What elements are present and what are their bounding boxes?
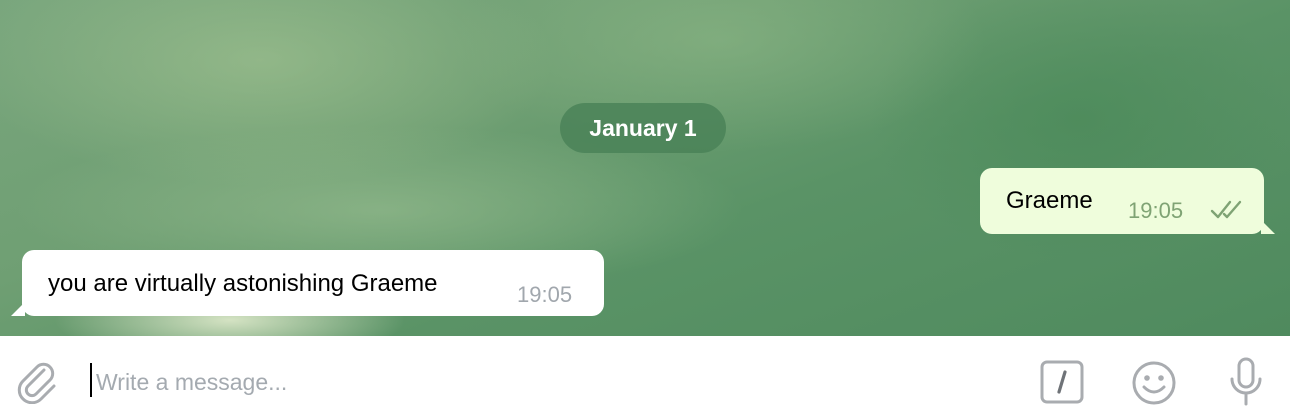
date-separator-label: January 1 xyxy=(589,114,697,141)
message-text: you are virtually astonishing Graeme xyxy=(48,270,438,297)
message-time: 19:05 xyxy=(1128,198,1184,223)
bot-commands-icon[interactable] xyxy=(1040,360,1084,404)
chat-history[interactable]: January 1 Graeme 19:05 you are virtually… xyxy=(0,0,1290,336)
date-separator: January 1 xyxy=(560,103,726,153)
emoji-icon[interactable] xyxy=(1131,360,1177,406)
microphone-icon[interactable] xyxy=(1228,357,1264,407)
paperclip-icon[interactable] xyxy=(14,358,60,404)
double-check-icon xyxy=(1210,200,1242,219)
incoming-message[interactable]: you are virtually astonishing Graeme 19:… xyxy=(11,250,604,316)
message-time: 19:05 xyxy=(517,282,573,307)
outgoing-message[interactable]: Graeme 19:05 xyxy=(980,168,1275,234)
message-input[interactable] xyxy=(96,360,996,404)
text-cursor xyxy=(90,363,92,397)
message-text: Graeme xyxy=(1006,187,1093,214)
